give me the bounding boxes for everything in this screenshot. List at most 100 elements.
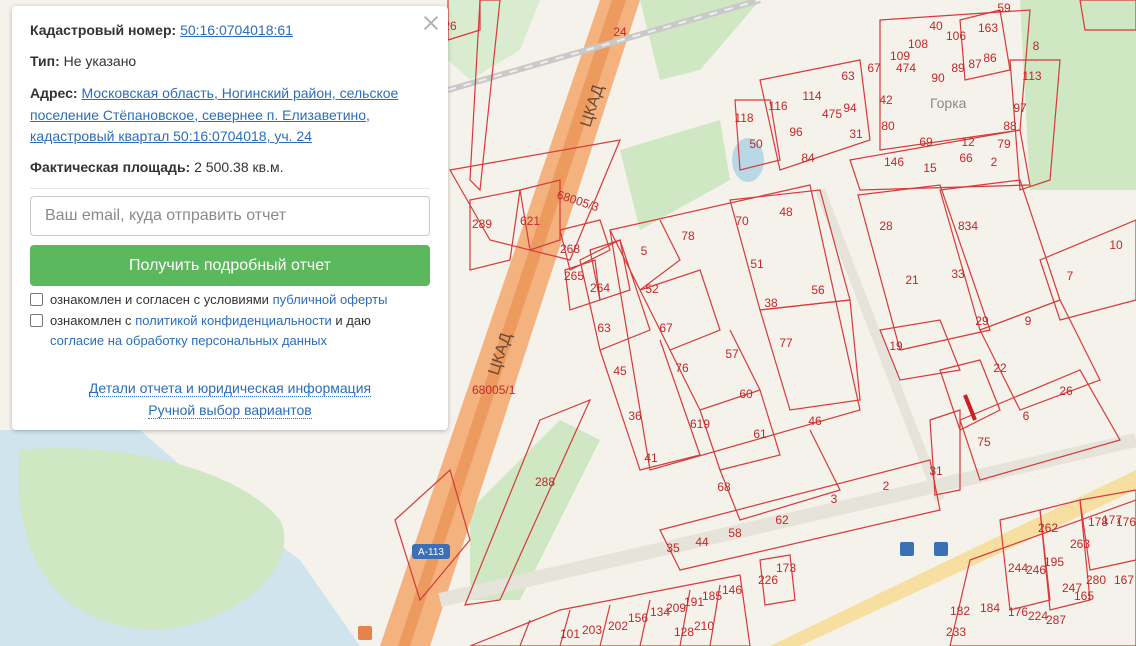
plot-number: 97: [1013, 101, 1027, 115]
plot-number: 7: [1067, 269, 1074, 283]
plot-number: 88: [1003, 119, 1017, 133]
offer-consent-text: ознакомлен и согласен с условиями публич…: [50, 290, 420, 310]
plot-number: 41: [644, 451, 658, 465]
plot-number: 289: [472, 217, 492, 231]
plot-number: 146: [722, 583, 742, 597]
plot-number: 48: [779, 205, 793, 219]
plot-number: 86: [983, 51, 997, 65]
plot-number: 5: [641, 244, 648, 258]
plot-number: 265: [564, 269, 584, 283]
plot-number: 60: [739, 387, 753, 401]
plot-number: 280: [1086, 573, 1106, 587]
plot-number: 288: [535, 475, 555, 489]
plot-number: 2: [883, 479, 890, 493]
cadastral-label: Кадастровый номер:: [30, 22, 177, 38]
plot-number: 50: [749, 137, 763, 151]
personal-data-consent-link[interactable]: согласие на обработку персональных данны…: [50, 333, 327, 348]
plot-number: 2: [991, 155, 998, 169]
plot-number: 68: [717, 480, 731, 494]
plot-number: 19: [889, 339, 903, 353]
plot-number: 621: [520, 214, 540, 228]
plot-number: 40: [929, 19, 943, 33]
type-row: Тип: Не указано: [30, 51, 136, 73]
details-row: Детали отчета и юридическая информация: [12, 380, 448, 397]
parcel-label: 68005/1: [472, 383, 516, 397]
offer-link[interactable]: публичной оферты: [273, 292, 388, 307]
plot-number: 62: [775, 513, 789, 527]
plot-number: 176: [1116, 515, 1136, 529]
plot-number: 24: [613, 25, 627, 39]
plot-number: 70: [735, 214, 749, 228]
type-value: Не указано: [63, 53, 137, 69]
privacy-checkbox[interactable]: [30, 314, 43, 327]
locality-label: Горка: [930, 95, 967, 111]
plot-number: 268: [560, 242, 580, 256]
offer-checkbox[interactable]: [30, 293, 43, 306]
bus-stop-icon[interactable]: [900, 542, 914, 556]
plot-number: 51: [750, 257, 764, 271]
plot-number: 9: [1025, 314, 1032, 328]
plot-number: 202: [608, 619, 628, 633]
plot-number: 173: [776, 561, 796, 575]
plot-number: 31: [849, 127, 863, 141]
plot-number: 226: [758, 573, 778, 587]
manual-selection-link[interactable]: Ручной выбор вариантов: [148, 402, 312, 419]
privacy-text-mid: и даю: [335, 313, 371, 328]
plot-number: 45: [613, 364, 627, 378]
plot-number: 113: [1022, 69, 1041, 83]
plot-number: 75: [977, 435, 991, 449]
area-label: Фактическая площадь:: [30, 159, 191, 175]
plot-number: 35: [666, 541, 680, 555]
plot-number: 191: [684, 595, 704, 609]
plot-number: 67: [867, 61, 881, 75]
bus-stop-icon[interactable]: [934, 542, 948, 556]
plot-number: 78: [681, 229, 695, 243]
privacy-consent-text: ознакомлен с политикой конфиденциальност…: [50, 311, 420, 351]
type-label: Тип:: [30, 53, 60, 69]
offer-text: ознакомлен и согласен с условиями: [50, 292, 269, 307]
cadastral-number-link[interactable]: 50:16:0704018:61: [180, 22, 293, 38]
plot-number: 128: [674, 625, 694, 639]
plot-number: 63: [597, 321, 611, 335]
close-icon[interactable]: [420, 12, 442, 34]
plot-number: 167: [1114, 573, 1134, 587]
plot-number: 116: [768, 99, 787, 113]
plot-number: 89: [951, 61, 965, 75]
plot-number: 185: [702, 589, 722, 603]
plot-number: 210: [694, 619, 714, 633]
plot-number: 63: [841, 69, 855, 83]
plot-number: 114: [802, 89, 821, 103]
plot-number: 163: [978, 21, 998, 35]
plot-number: 28: [879, 219, 893, 233]
plot-number: 106: [946, 29, 966, 43]
email-input[interactable]: [30, 196, 430, 236]
plot-number: 109: [890, 49, 910, 63]
details-link[interactable]: Детали отчета и юридическая информация: [88, 380, 372, 397]
plot-number: 44: [695, 535, 709, 549]
plot-number: 69: [919, 135, 933, 149]
privacy-policy-link[interactable]: политикой конфиденциальности: [135, 313, 332, 328]
plot-number: 59: [997, 1, 1011, 15]
fuel-station-icon[interactable]: [358, 626, 372, 640]
plot-number: 101: [560, 627, 580, 641]
plot-number: 94: [843, 101, 857, 115]
plot-number: 33: [951, 267, 965, 281]
get-report-button[interactable]: Получить подробный отчет: [30, 245, 430, 286]
plot-number: 264: [590, 281, 610, 295]
plot-number: 56: [811, 283, 825, 297]
plot-number: 38: [764, 296, 778, 310]
plot-number: 61: [753, 427, 767, 441]
plot-number: 475: [822, 107, 842, 121]
plot-number: 165: [1074, 589, 1094, 603]
area-row: Фактическая площадь: 2 500.38 кв.м.: [30, 157, 283, 179]
plot-number: 90: [931, 71, 945, 85]
plot-number: 57: [725, 347, 739, 361]
plot-number: 26: [1059, 384, 1073, 398]
plot-number: 118: [734, 111, 753, 125]
plot-number: 108: [908, 37, 928, 51]
plot-number: 67: [659, 321, 673, 335]
plot-number: 76: [675, 361, 689, 375]
plot-number: 619: [690, 417, 710, 431]
plot-number: 79: [997, 137, 1011, 151]
address-link[interactable]: Московская область, Ногинский район, сел…: [30, 85, 398, 144]
